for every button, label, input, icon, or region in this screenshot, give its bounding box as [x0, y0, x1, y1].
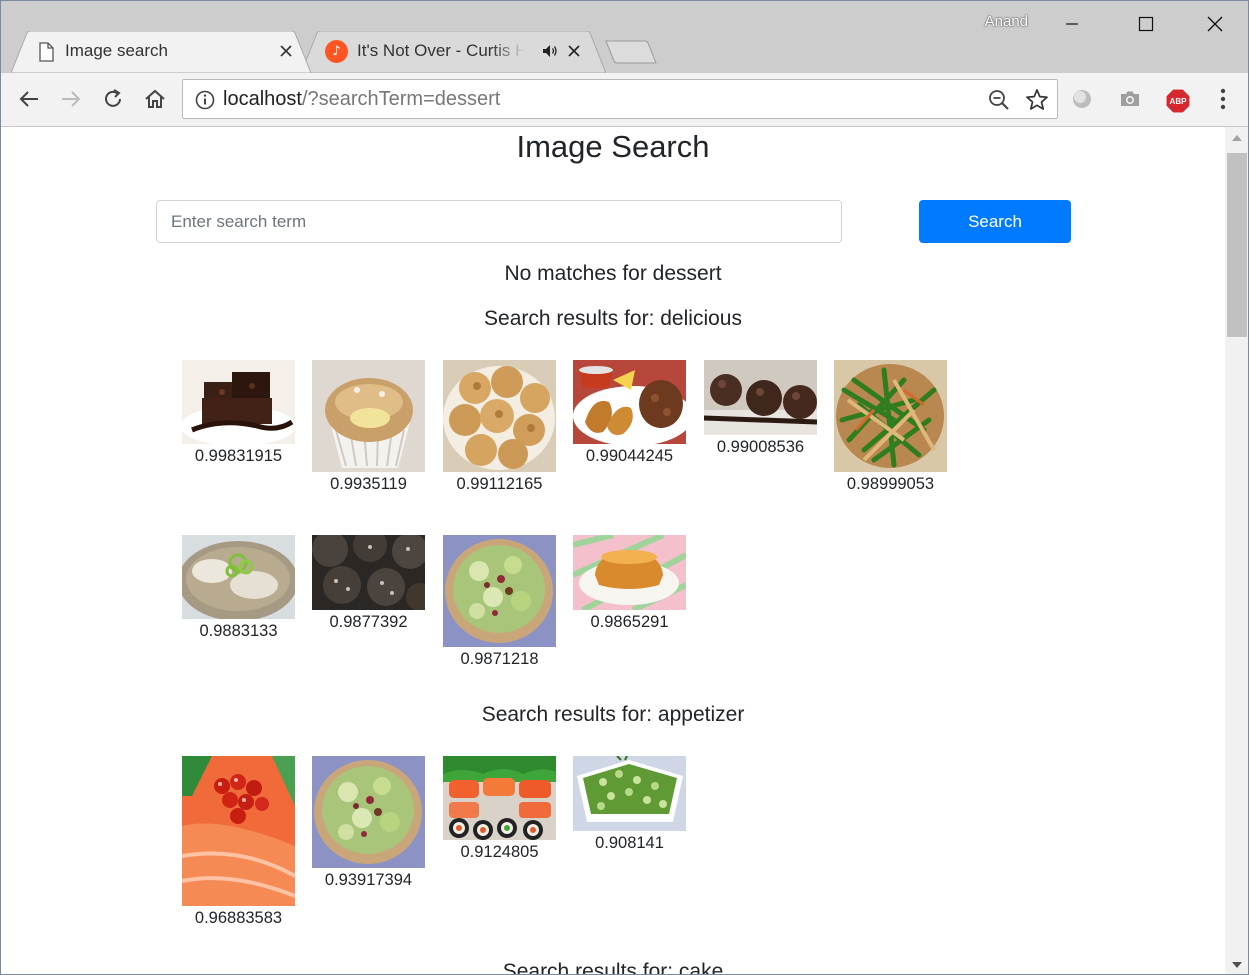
- result-score: 0.908141: [595, 834, 664, 852]
- search-button[interactable]: Search: [919, 200, 1071, 243]
- browser-window: Anand Image search ♪ It's Not Over - Cur…: [0, 0, 1249, 975]
- browser-toolbar: localhost/?searchTerm=dessert ABP: [1, 73, 1248, 127]
- close-window-button[interactable]: [1192, 1, 1238, 47]
- page-icon: [39, 42, 54, 62]
- adblock-plus-button[interactable]: ABP: [1165, 88, 1191, 114]
- result-card[interactable]: 0.99831915: [182, 360, 295, 466]
- forward-button[interactable]: [57, 85, 85, 113]
- home-icon: [145, 89, 165, 108]
- no-match-message: No matches for dessert: [504, 262, 722, 285]
- arrow-right-icon: [62, 91, 81, 107]
- tab-strip: Anand Image search ♪ It's Not Over - Cur…: [1, 1, 1248, 73]
- result-score: 0.9883133: [199, 622, 278, 640]
- result-card[interactable]: 0.908141: [573, 756, 686, 853]
- address-bar[interactable]: localhost/?searchTerm=dessert: [182, 79, 1058, 119]
- caret-up-icon: [1232, 135, 1242, 141]
- adblock-label: ABP: [1169, 96, 1187, 106]
- result-image-brownies[interactable]: [182, 360, 295, 444]
- maximize-icon: [1138, 16, 1154, 32]
- maximize-button[interactable]: [1123, 1, 1169, 47]
- kebab-menu-icon: [1220, 88, 1226, 110]
- minimize-icon: [1066, 23, 1078, 25]
- result-image-meatballs[interactable]: [704, 360, 817, 435]
- result-score: 0.99112165: [456, 475, 543, 493]
- section-heading-delicious: Search results for: delicious: [484, 307, 742, 330]
- result-card[interactable]: 0.9877392: [312, 535, 425, 632]
- reload-icon: [105, 89, 121, 107]
- result-card[interactable]: 0.99008536: [704, 360, 817, 457]
- result-image-cream-puff[interactable]: [312, 360, 425, 472]
- url-path: /?searchTerm=dessert: [301, 88, 501, 110]
- page-title: Image Search: [516, 129, 710, 164]
- music-note-icon: ♪: [325, 40, 348, 63]
- result-score: 0.99044245: [585, 447, 674, 465]
- result-score: 0.93917394: [324, 871, 413, 889]
- result-card[interactable]: 0.9865291: [573, 535, 686, 632]
- result-card[interactable]: 0.98999053: [834, 360, 947, 494]
- tab-title: It's Not Over - Curtis Harding: [357, 41, 525, 60]
- result-card[interactable]: 0.9935119: [312, 360, 425, 494]
- result-score: 0.9865291: [590, 613, 669, 631]
- tab-title: Image search: [65, 41, 168, 60]
- close-icon: [280, 45, 292, 57]
- page-content: Image Search Search No matches for desse…: [1, 127, 1225, 975]
- scroll-thumb[interactable]: [1227, 153, 1247, 337]
- vertical-scrollbar[interactable]: [1225, 127, 1248, 974]
- scroll-up-button[interactable]: [1225, 131, 1248, 145]
- close-icon: [568, 45, 580, 57]
- speaker-icon[interactable]: [541, 42, 559, 60]
- section-heading-cake: Search results for: cake: [502, 960, 724, 975]
- result-image-croquettes[interactable]: [573, 360, 686, 444]
- result-image-cucumber-salad[interactable]: [573, 756, 686, 831]
- arrow-left-icon: [19, 91, 38, 107]
- section-heading-appetizer: Search results for: appetizer: [481, 703, 745, 726]
- result-image-salad-bowl[interactable]: [312, 756, 425, 868]
- result-card[interactable]: 0.93917394: [312, 756, 425, 890]
- result-score: 0.98999053: [846, 475, 935, 493]
- reload-button[interactable]: [99, 85, 127, 113]
- tab-music[interactable]: ♪ It's Not Over - Curtis Harding: [301, 31, 606, 73]
- result-score: 0.9124805: [460, 843, 539, 861]
- camera-icon[interactable]: [1118, 87, 1142, 111]
- result-image-flan[interactable]: [573, 535, 686, 610]
- result-score: 0.9935119: [330, 475, 407, 493]
- result-image-energy-balls[interactable]: [312, 535, 425, 610]
- back-button[interactable]: [15, 85, 43, 113]
- url-host: localhost: [223, 88, 302, 110]
- result-score: 0.9871218: [460, 650, 539, 668]
- result-card[interactable]: 0.9883133: [182, 535, 295, 641]
- result-image-noodle-soup[interactable]: [182, 535, 295, 619]
- home-button[interactable]: [141, 85, 169, 113]
- result-card[interactable]: 0.96883583: [182, 756, 295, 928]
- zoom-out-icon[interactable]: [988, 89, 1010, 111]
- scroll-down-button[interactable]: [1225, 958, 1248, 972]
- minimize-button[interactable]: [1049, 1, 1095, 47]
- close-tab-button[interactable]: [565, 42, 583, 60]
- close-tab-button[interactable]: [277, 42, 295, 60]
- result-image-cookies[interactable]: [443, 360, 556, 472]
- result-image-sushi-platter[interactable]: [443, 756, 556, 840]
- search-input[interactable]: [156, 200, 842, 243]
- url-text: localhost/?searchTerm=dessert: [223, 88, 500, 111]
- result-card[interactable]: 0.9871218: [443, 535, 556, 669]
- new-tab-button[interactable]: [605, 39, 657, 65]
- result-image-salad-bowl[interactable]: [443, 535, 556, 647]
- info-icon[interactable]: [195, 90, 215, 110]
- result-score: 0.96883583: [194, 909, 283, 927]
- result-score: 0.9877392: [329, 613, 408, 631]
- result-score: 0.99008536: [716, 438, 805, 456]
- result-score: 0.99831915: [194, 447, 283, 465]
- caret-down-icon: [1232, 962, 1242, 968]
- menu-button[interactable]: [1209, 85, 1237, 113]
- tab-image-search[interactable]: Image search: [11, 31, 311, 73]
- close-icon: [1207, 16, 1223, 32]
- bookmark-star-icon[interactable]: [1025, 88, 1049, 112]
- result-image-stir-fry[interactable]: [834, 360, 947, 472]
- result-card[interactable]: 0.9124805: [443, 756, 556, 862]
- result-card[interactable]: 0.99044245: [573, 360, 686, 466]
- profile-name[interactable]: Anand: [985, 13, 1028, 30]
- result-image-salmon-roe[interactable]: [182, 756, 295, 906]
- result-card[interactable]: 0.99112165: [443, 360, 556, 494]
- extension-orb-icon[interactable]: [1070, 87, 1094, 111]
